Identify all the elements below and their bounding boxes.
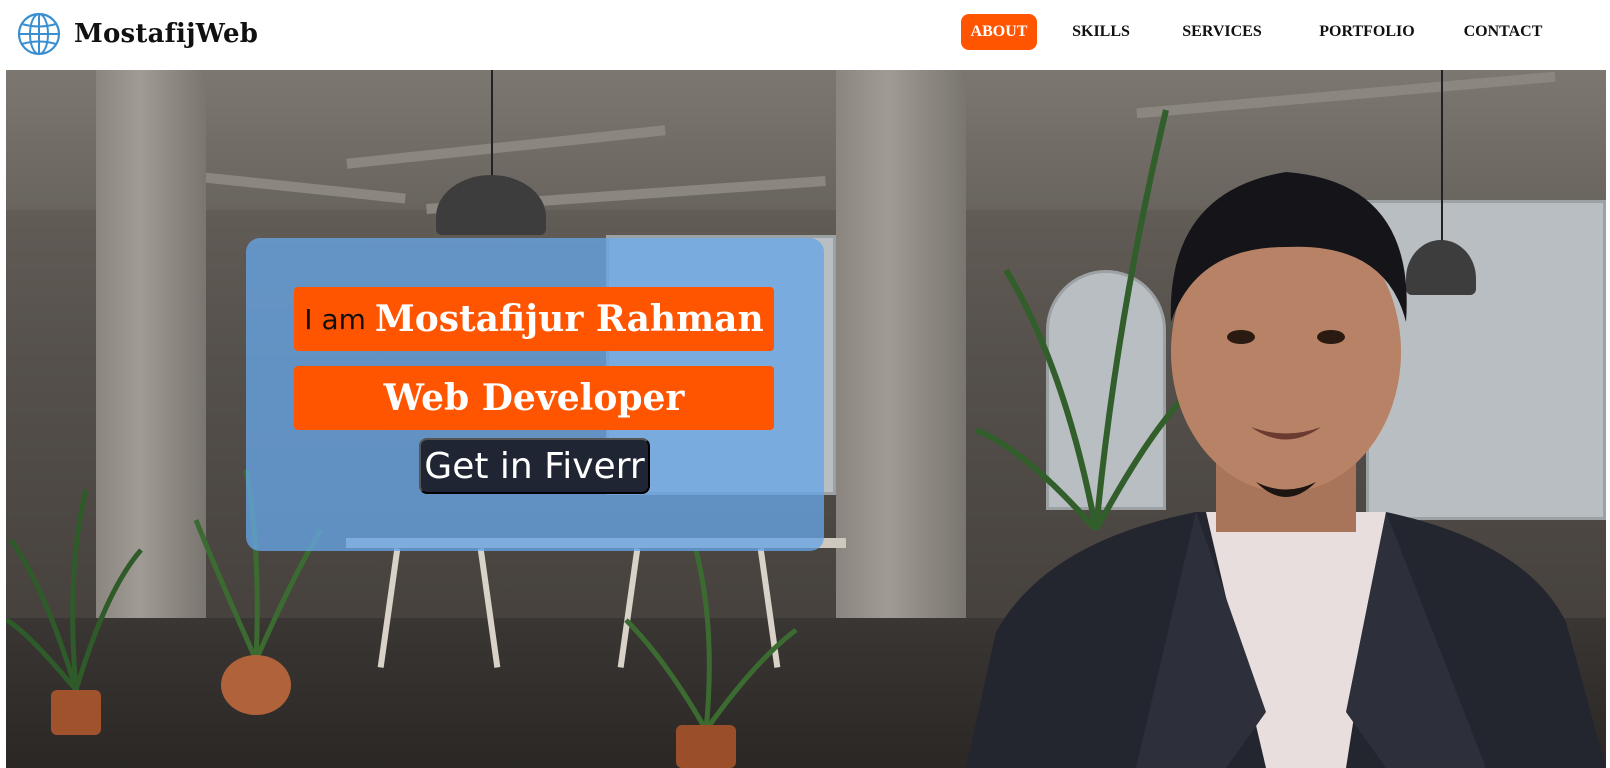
hero-section: I am Mostafijur Rahman Web Developer Get… bbox=[6, 70, 1606, 768]
intro-text: I am bbox=[304, 302, 366, 336]
portrait-image bbox=[966, 172, 1606, 768]
get-in-fiverr-button[interactable]: Get in Fiverr bbox=[419, 438, 650, 494]
role-banner: Web Developer bbox=[294, 366, 774, 430]
brand-name: MostafijWeb bbox=[74, 19, 259, 49]
nav-item-skills[interactable]: SKILLS bbox=[1070, 14, 1132, 50]
name-banner: I am Mostafijur Rahman bbox=[294, 287, 774, 351]
developer-role: Web Developer bbox=[383, 377, 685, 419]
navbar: MostafijWeb ABOUT SKILLS SERVICES PORTFO… bbox=[0, 0, 1610, 70]
intro-card: I am Mostafijur Rahman Web Developer Get… bbox=[246, 238, 824, 551]
nav-item-contact[interactable]: CONTACT bbox=[1460, 14, 1546, 50]
nav-item-about[interactable]: ABOUT bbox=[961, 14, 1037, 50]
brand[interactable]: MostafijWeb bbox=[16, 11, 258, 57]
globe-icon bbox=[17, 12, 61, 56]
developer-name: Mostafijur Rahman bbox=[374, 298, 764, 340]
nav-item-services[interactable]: SERVICES bbox=[1180, 14, 1264, 50]
nav-item-portfolio[interactable]: PORTFOLIO bbox=[1317, 14, 1417, 50]
